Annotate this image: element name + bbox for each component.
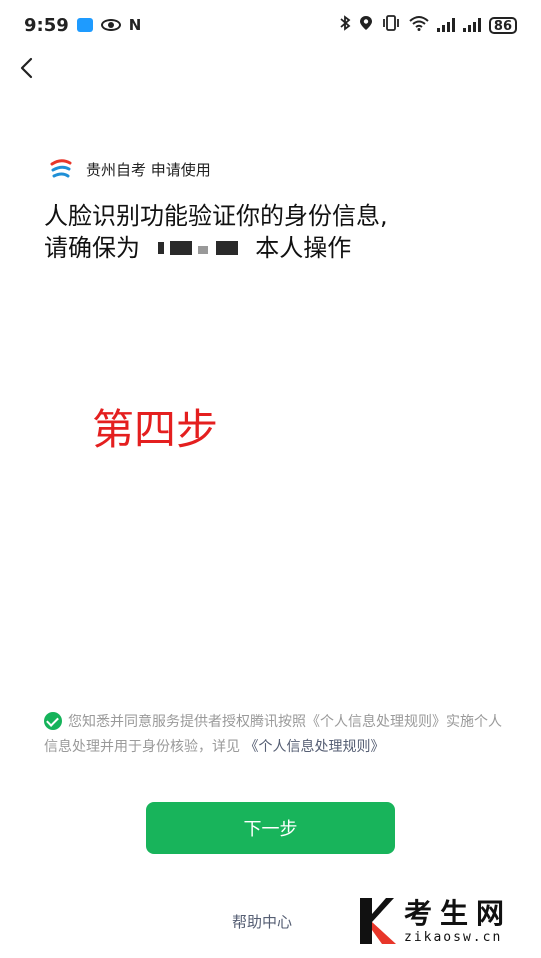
- headline-prefix: 请确保为: [44, 234, 140, 262]
- app-name-text: 贵州自考 申请使用: [86, 160, 211, 179]
- status-bar: 9:59 N 86: [0, 0, 541, 50]
- check-circle-icon[interactable]: [44, 712, 62, 730]
- wifi-icon: [409, 15, 429, 36]
- watermark-title: 考生网: [404, 896, 513, 930]
- app-logo-icon: [50, 159, 72, 178]
- privacy-rules-link[interactable]: 《个人信息处理规则》: [244, 739, 384, 755]
- help-center-link[interactable]: 帮助中心: [232, 911, 292, 932]
- signal-icon: [436, 18, 455, 32]
- back-arrow-icon[interactable]: [14, 54, 42, 82]
- step-overlay-label: 第四步: [92, 405, 219, 454]
- status-left: 9:59 N: [24, 15, 141, 36]
- page-title: 人脸识别功能验证你的身份信息, 请确保为 本人操作: [44, 200, 504, 264]
- eye-icon: [100, 19, 121, 31]
- masked-name: [154, 238, 242, 258]
- status-time: 9:59: [24, 14, 69, 36]
- vibrate-icon: [381, 14, 401, 36]
- watermark-logo-icon: [360, 898, 396, 944]
- nfc-icon: N: [128, 16, 142, 34]
- location-icon: [359, 15, 373, 36]
- battery-indicator: 86: [488, 16, 517, 34]
- signal-icon: [462, 18, 481, 32]
- headline-line-1: 人脸识别功能验证你的身份信息,: [44, 202, 388, 230]
- watermark-domain: zikaosw.cn: [404, 929, 503, 945]
- headline-line-2: 请确保为 本人操作: [44, 232, 504, 264]
- headline-suffix: 本人操作: [255, 234, 352, 262]
- app-request-line: 贵州自考 申请使用: [48, 156, 211, 182]
- bluetooth-icon: [339, 14, 351, 36]
- status-right: 86: [339, 14, 517, 36]
- watermark-text: 考生网 zikaosw.cn: [404, 896, 513, 945]
- watermark: 考生网 zikaosw.cn: [356, 896, 512, 946]
- message-icon: [76, 18, 93, 32]
- next-step-button[interactable]: 下一步: [146, 802, 395, 854]
- consent-notice: 您知悉并同意服务提供者授权腾讯按照《个人信息处理规则》实施个人信息处理并用于身份…: [44, 710, 504, 760]
